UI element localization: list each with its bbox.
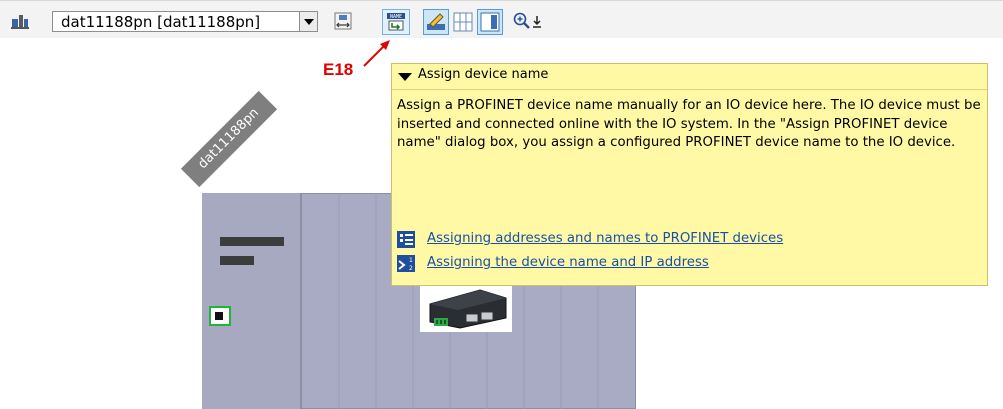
tooltip-title: Assign device name [418,67,549,82]
svg-text:2: 2 [409,265,413,272]
panel-view-button[interactable] [477,9,503,35]
grid-view-button[interactable] [450,9,476,35]
device-head-module[interactable] [202,193,302,409]
edit-icon [427,13,445,30]
tooltip-link[interactable]: Assigning the device name and IP address [427,255,709,270]
network-view-icon[interactable] [10,11,30,31]
device-name-tag[interactable]: dat11188pn [180,90,278,188]
chevron-down-icon[interactable] [299,12,317,31]
profinet-port[interactable] [209,306,231,326]
zoom-icon[interactable] [512,11,532,31]
device-select[interactable]: dat11188pn [dat11188pn] [52,11,318,32]
tooltip-link[interactable]: Assigning addresses and names to PROFINE… [427,231,783,246]
tooltip-assign-device-name: Assign device name Assign a PROFINET dev… [391,63,988,286]
svg-text:1: 1 [409,257,413,264]
assign-name-icon: NAME [387,13,405,31]
toolbar: dat11188pn [dat11188pn] NAME [0,0,1003,38]
panel-icon [480,12,500,32]
zoom-menu-icon[interactable] [530,11,544,31]
device-image [420,282,512,332]
document-list-icon [397,231,415,248]
status-bar [220,237,284,246]
grid-icon [453,12,473,32]
fit-view-icon[interactable] [333,11,353,31]
callout-label: E18 [323,60,354,79]
tooltip-header[interactable]: Assign device name [392,64,987,90]
step-sequence-icon: 1 2 [397,255,415,272]
collapse-triangle-icon[interactable] [398,73,412,81]
edit-view-button[interactable] [423,9,449,35]
tooltip-body: Assign a PROFINET device name manually f… [397,98,981,150]
status-bar-short [220,256,254,265]
device-select-value: dat11188pn [dat11188pn] [61,13,261,31]
svg-text:NAME: NAME [390,14,402,20]
